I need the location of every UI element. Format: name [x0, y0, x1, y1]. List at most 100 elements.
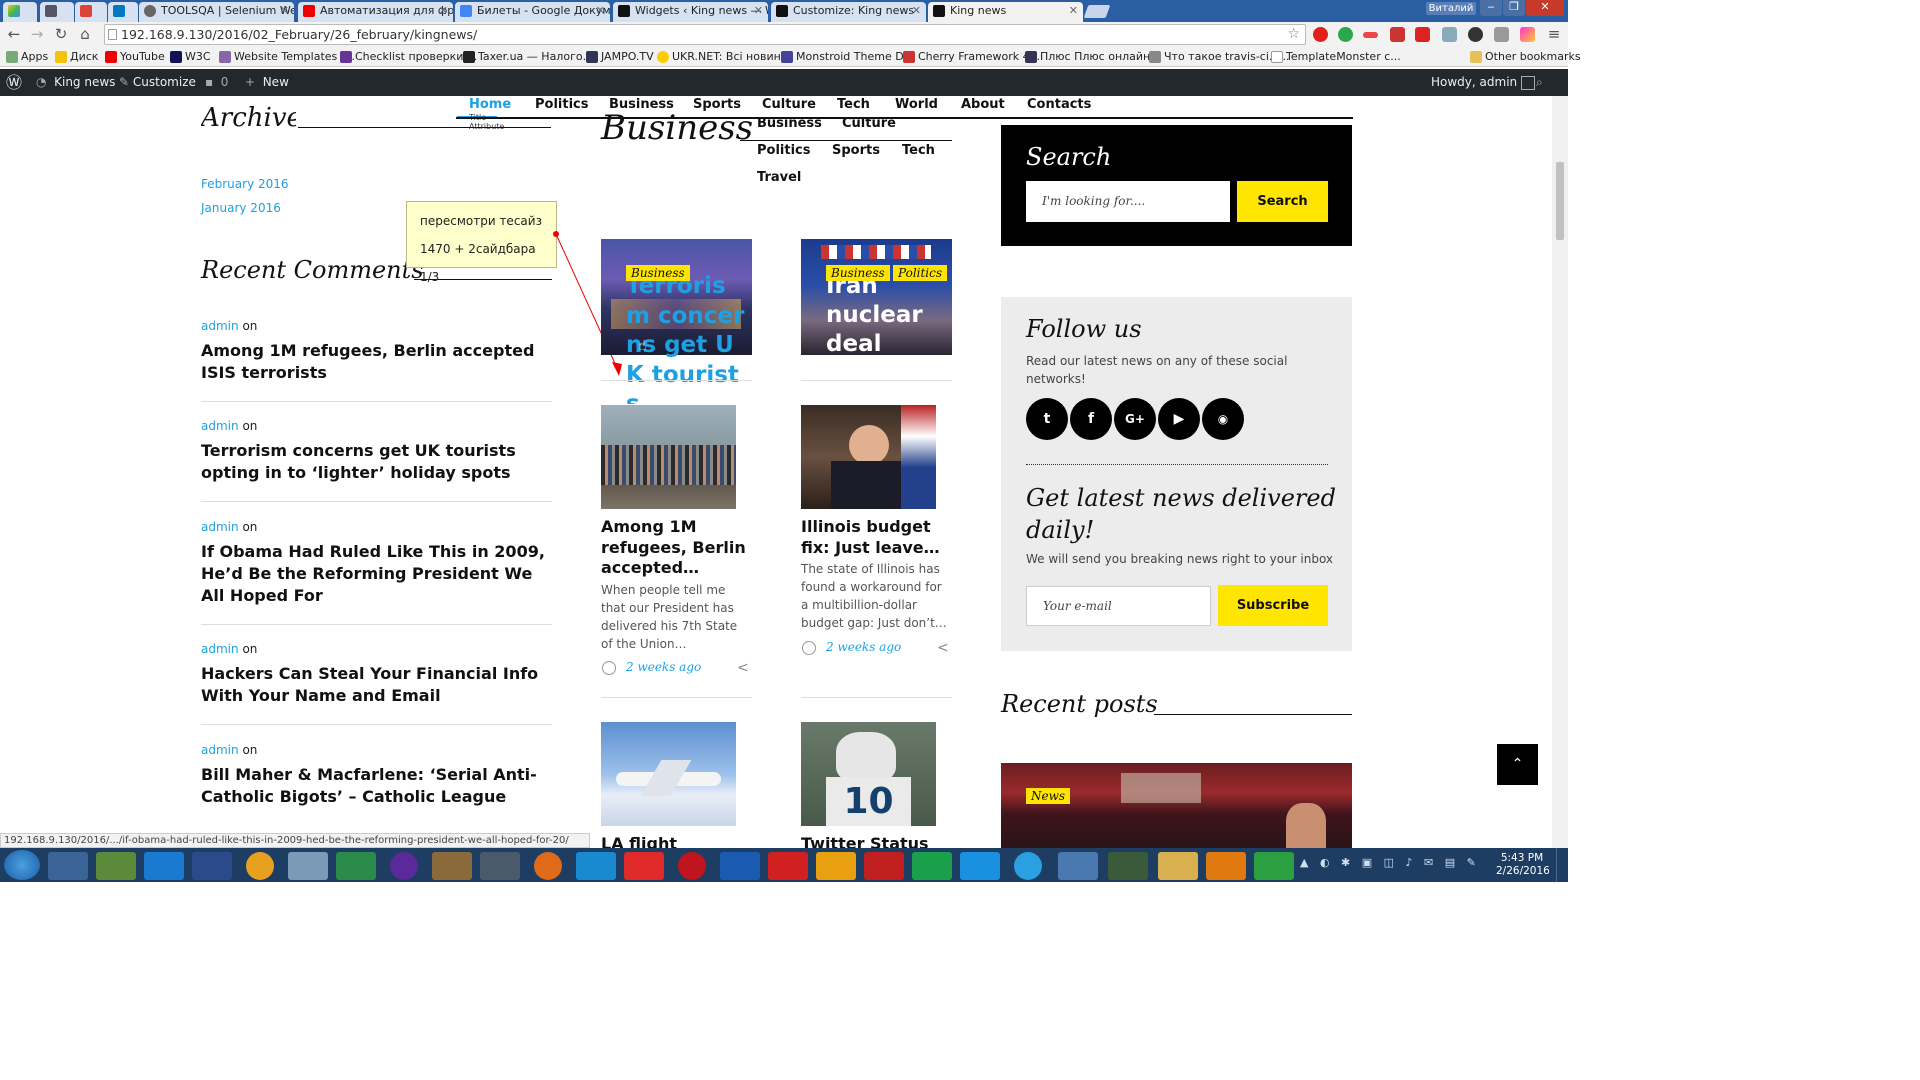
google-plus-icon[interactable]: G+	[1114, 398, 1156, 440]
red-extension-icon[interactable]	[1363, 32, 1378, 38]
green-extension-icon[interactable]	[1338, 27, 1353, 42]
yandex-taskbar-icon[interactable]	[624, 852, 664, 880]
email-field[interactable]: Your e-mail	[1026, 586, 1211, 626]
opera-taskbar-icon[interactable]	[678, 852, 706, 880]
post-title[interactable]: Twitter Status	[801, 834, 951, 848]
forward-icon[interactable]: →	[29, 26, 45, 42]
menu-item-contacts[interactable]: Contacts	[1027, 96, 1091, 113]
category-badge[interactable]: Business	[626, 265, 690, 281]
youtube-icon[interactable]: ▶	[1158, 398, 1200, 440]
skype-green-taskbar-icon[interactable]	[912, 852, 952, 880]
category-link[interactable]: Culture	[842, 115, 896, 132]
featured-post-title[interactable]: Iran nuclear deal	[826, 272, 951, 355]
star-icon[interactable]: ☆	[1287, 25, 1300, 44]
cloud-extension-icon[interactable]	[1442, 27, 1457, 42]
adblock-extension-icon[interactable]	[1390, 27, 1405, 42]
comment-post-link[interactable]: Among 1M refugees, Berlin accepted ISIS …	[201, 340, 551, 384]
menu-item-home[interactable]: Home	[469, 96, 511, 113]
telegram-taskbar-icon[interactable]	[1014, 852, 1042, 880]
post-image[interactable]	[601, 405, 736, 509]
comment-post-link[interactable]: Hackers Can Steal Your Financial Info Wi…	[201, 663, 551, 707]
app-taskbar-icon[interactable]	[246, 852, 274, 880]
close-tab-icon[interactable]: ✕	[596, 2, 605, 20]
wordpress-icon[interactable]: Ⓦ	[6, 69, 22, 96]
reload-icon[interactable]: ↻	[53, 26, 69, 42]
scrollbar[interactable]	[1552, 96, 1568, 848]
home-icon[interactable]: ⌂	[77, 26, 93, 42]
search-button[interactable]: Search	[1237, 181, 1328, 222]
browser-tab[interactable]	[108, 2, 138, 22]
menu-item-tech[interactable]: Tech	[837, 96, 870, 113]
post-title[interactable]: Illinois budget fix: Just leave…	[801, 517, 951, 558]
browser-tab[interactable]: Билеты - Google Докуме ✕	[455, 2, 610, 22]
post-date[interactable]: 2 weeks ago	[626, 660, 701, 674]
system-tray-icons[interactable]: ▲ ◐ ✱ ▣ ◫ ♪ ✉ ▤ ✎	[1300, 856, 1480, 876]
browser-tab[interactable]	[40, 2, 74, 22]
mail-extension-icon[interactable]	[1494, 27, 1509, 42]
share-icon[interactable]: <	[737, 660, 749, 676]
app-taskbar-icon[interactable]	[1206, 852, 1246, 880]
bookmark-item[interactable]: TemplateMonster c...	[1271, 49, 1401, 65]
menu-item-about[interactable]: About	[961, 96, 1005, 113]
close-window-icon[interactable]: ✕	[1526, 0, 1564, 16]
annotation-note[interactable]: пересмотри тесайз 1470 + 2сайдбара 1/3	[406, 201, 557, 284]
color-extension-icon[interactable]	[1520, 27, 1535, 42]
rss-icon[interactable]: ◉	[1202, 398, 1244, 440]
clock[interactable]: 5:43 PM 2/26/2016	[1496, 852, 1550, 878]
archive-link[interactable]: February 2016	[201, 177, 289, 191]
bookmark-item[interactable]: Checklist проверки ...	[340, 49, 477, 65]
app-taskbar-icon[interactable]	[816, 852, 856, 880]
browser-tab-active[interactable]: King news ✕	[928, 2, 1083, 22]
skype-taskbar-icon[interactable]	[960, 852, 1000, 880]
archive-link[interactable]: January 2016	[201, 201, 281, 215]
comment-author-link[interactable]: admin	[201, 743, 239, 757]
show-desktop-button[interactable]	[1556, 848, 1568, 882]
bookmark-item[interactable]: Website Templates |...	[219, 49, 355, 65]
bookmark-item[interactable]: Taxer.ua — Налого...	[463, 49, 593, 65]
bookmark-item[interactable]: JAMPO.TV	[586, 49, 654, 65]
new-tab-button[interactable]	[1083, 5, 1111, 18]
facebook-icon[interactable]: f	[1070, 398, 1112, 440]
opera-extension-icon[interactable]	[1313, 27, 1328, 42]
category-link[interactable]: Business	[757, 115, 822, 132]
app-taskbar-icon[interactable]	[480, 852, 520, 880]
bookmark-item[interactable]: YouTube	[105, 49, 165, 65]
admin-howdy[interactable]: Howdy, admin	[1431, 69, 1535, 96]
post-image[interactable]: 10	[801, 722, 936, 826]
browser-tab[interactable]	[75, 2, 107, 22]
browser-tab[interactable]: Widgets ‹ King news — W ✕	[613, 2, 768, 22]
subscribe-button[interactable]: Subscribe	[1218, 585, 1328, 626]
vivaldi-taskbar-icon[interactable]	[768, 852, 808, 880]
admin-new-link[interactable]: + New	[245, 69, 289, 96]
bookmark-other[interactable]: Other bookmarks	[1470, 49, 1581, 65]
close-tab-icon[interactable]: ✕	[439, 2, 448, 20]
post-image[interactable]	[801, 405, 936, 509]
chrome-active-taskbar-icon[interactable]	[1058, 852, 1098, 880]
address-bar[interactable]: 192.168.9.130/2016/02_February/26_februa…	[104, 24, 1306, 45]
category-badge[interactable]: Politics	[893, 265, 948, 281]
category-badge[interactable]: Business	[826, 265, 890, 281]
menu-item-culture[interactable]: Culture	[762, 96, 816, 113]
minimize-icon[interactable]: ‒	[1480, 0, 1502, 16]
archive-taskbar-icon[interactable]	[432, 852, 472, 880]
search-input[interactable]: I'm looking for....	[1026, 181, 1230, 222]
ie-taskbar-icon[interactable]	[576, 852, 616, 880]
excel-taskbar-icon[interactable]	[336, 852, 376, 880]
category-link[interactable]: Politics	[757, 142, 811, 159]
start-button[interactable]	[4, 850, 40, 880]
post-title[interactable]: Among 1M refugees, Berlin accepted…	[601, 517, 751, 579]
anydesk-taskbar-icon[interactable]	[864, 852, 904, 880]
comment-author-link[interactable]: admin	[201, 319, 239, 333]
close-tab-icon[interactable]: ✕	[1069, 2, 1078, 20]
notifications-extension-icon[interactable]	[1415, 27, 1430, 42]
app-taskbar-icon[interactable]	[1108, 852, 1148, 880]
comment-post-link[interactable]: If Obama Had Ruled Like This in 2009, He…	[201, 541, 551, 607]
back-to-top-button[interactable]: ⌃	[1497, 744, 1538, 785]
browser-tab[interactable]	[3, 2, 37, 22]
admin-customize-link[interactable]: ✎ Customize	[119, 69, 196, 96]
twitter-icon[interactable]: t	[1026, 398, 1068, 440]
close-tab-icon[interactable]: ✕	[754, 2, 763, 20]
notepad-taskbar-icon[interactable]	[96, 852, 136, 880]
bookmark-item[interactable]: W3C	[170, 49, 211, 65]
comment-post-link[interactable]: Bill Maher & Macfarlene: ‘Serial Anti-Ca…	[201, 764, 551, 808]
